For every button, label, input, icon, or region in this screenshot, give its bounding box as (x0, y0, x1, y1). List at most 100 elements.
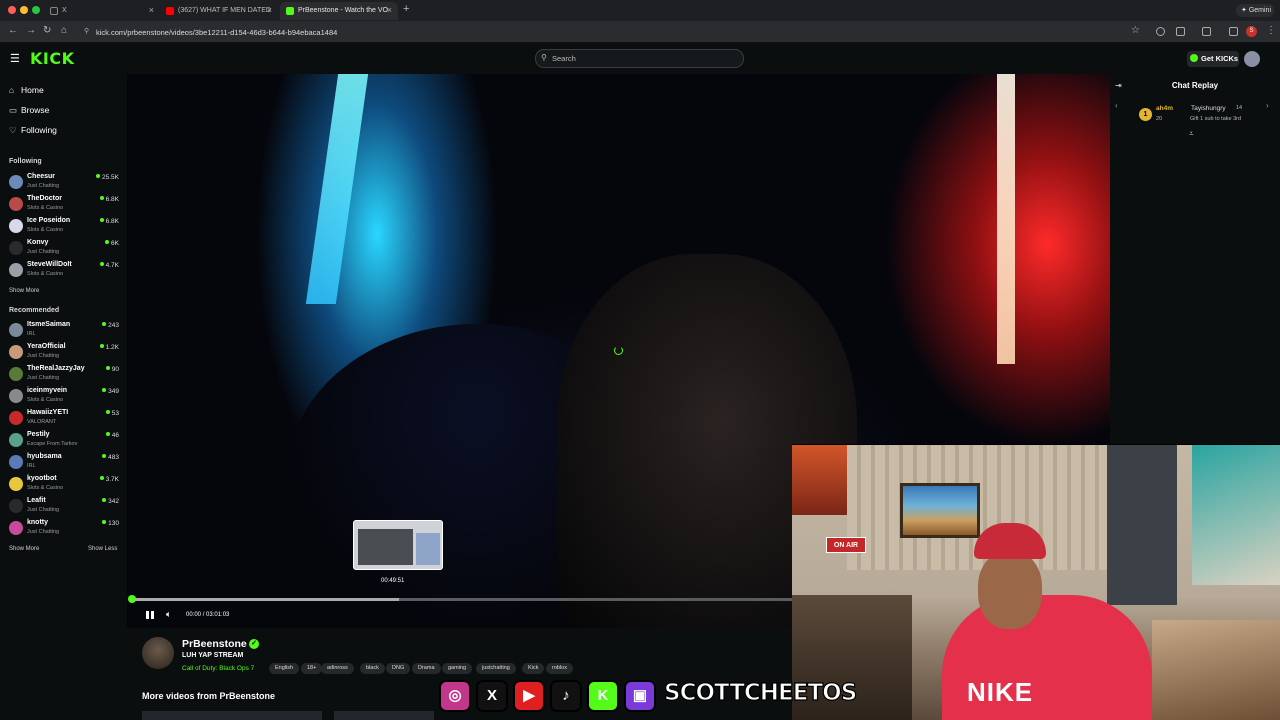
sidebar-channel-item[interactable]: SteveWillDoIt Slots & Casino 4.7K (9, 261, 121, 283)
tag-chip[interactable]: adinross (321, 663, 354, 674)
close-tab-icon[interactable]: × (387, 5, 392, 15)
downloads-icon[interactable] (1229, 27, 1238, 36)
hamburger-menu-icon[interactable]: ☰ (10, 52, 20, 65)
home-icon[interactable]: ⌂ (61, 25, 67, 36)
channel-avatar (9, 241, 23, 255)
sidepanel-icon[interactable] (1202, 27, 1211, 36)
recommended-show-more-button[interactable]: Show More (9, 546, 39, 552)
sidebar-channel-item[interactable]: YeraOfficial Just Chatting 1.2K (9, 343, 121, 365)
loading-spinner-icon (614, 346, 623, 355)
sidebar-channel-item[interactable]: hyubsama IRL 483 (9, 453, 121, 475)
social-handle: SCOTTCHEETOS (663, 679, 857, 706)
close-tab-icon[interactable]: × (267, 5, 272, 15)
forward-icon[interactable]: → (26, 25, 36, 36)
following-show-more-button[interactable]: Show More (9, 288, 39, 294)
channel-avatar[interactable] (142, 637, 174, 669)
following-section-header: Following (9, 158, 42, 165)
maximize-window-button[interactable] (32, 6, 40, 14)
volume-icon[interactable]: 🔈︎ (166, 609, 171, 620)
extensions-puzzle-icon[interactable] (1176, 27, 1185, 36)
channel-category: Slots & Casino (27, 227, 64, 233)
profile-avatar[interactable]: S (1246, 26, 1257, 37)
get-kicks-button[interactable]: Get KICKs (1187, 51, 1239, 67)
channel-category: Just Chatting (27, 375, 60, 381)
minimize-window-button[interactable] (20, 6, 28, 14)
sidebar-channel-item[interactable]: Pestily Escape From Tarkov 46 (9, 431, 121, 453)
pause-button[interactable] (145, 610, 155, 620)
kick-logo[interactable]: KICK (30, 49, 75, 68)
tag-chip[interactable]: black (360, 663, 385, 674)
kicks-coin-icon (1190, 54, 1198, 62)
expand-icon[interactable]: ⩡ (1189, 129, 1194, 139)
instagram-icon[interactable]: ◎ (439, 680, 471, 712)
close-tab-icon[interactable]: × (149, 5, 154, 15)
gifter-name[interactable]: ah4m (1156, 105, 1173, 112)
sidebar-channel-item[interactable]: ItsmeSaiman IRL 243 (9, 321, 121, 343)
close-window-button[interactable] (8, 6, 16, 14)
site-info-icon[interactable]: ⚲ (84, 27, 89, 35)
tag-chip[interactable]: 18+ (301, 663, 323, 674)
chevron-right-icon[interactable]: › (1266, 101, 1269, 110)
tag-chip[interactable]: gaming (442, 663, 473, 674)
twitch-icon[interactable]: ▣ (624, 680, 656, 712)
sidebar-channel-item[interactable]: iceinmyvein Slots & Casino 349 (9, 387, 121, 409)
youtube-icon[interactable]: ▶ (513, 680, 545, 712)
sidebar-channel-item[interactable]: TheDoctor Slots & Casino 6.8K (9, 195, 121, 217)
viewer-count: 483 (102, 454, 119, 461)
kick-favicon-icon (286, 7, 294, 15)
tag-chip[interactable]: Kick (522, 663, 545, 674)
category-link[interactable]: Call of Duty: Black Ops 7 (182, 665, 254, 672)
sidebar-channel-item[interactable]: Cheesur Just Chatting 25.5K (9, 173, 121, 195)
recommended-show-less-button[interactable]: Show Less (88, 546, 117, 552)
channel-avatar (9, 197, 23, 211)
channel-name: ItsmeSaiman (27, 321, 71, 328)
chevron-left-icon[interactable]: ‹ (1115, 101, 1118, 110)
gemini-button[interactable]: ✦ Gemini (1236, 4, 1274, 17)
channel-avatar (9, 433, 23, 447)
seek-bar-handle[interactable] (128, 595, 136, 603)
sidebar-item-following[interactable]: ♡ Following (9, 125, 57, 136)
gift-target-name[interactable]: Tayishungry (1191, 105, 1226, 112)
back-icon[interactable]: ← (8, 25, 18, 36)
address-bar[interactable]: ⚲ kick.com/prbeenstone/videos/3be12211-d… (84, 24, 1144, 40)
more-videos-heading: More videos from PrBeenstone (142, 691, 276, 701)
sidebar-channel-item[interactable]: Ice Poseidon Slots & Casino 6.8K (9, 217, 121, 239)
tab-kick[interactable]: PrBeenstone - Watch the VO × (280, 2, 398, 20)
sidebar-channel-item[interactable]: HawaiizYETI VALORANT 53 (9, 409, 121, 431)
menu-dots-icon[interactable]: ⋮ (1266, 25, 1276, 36)
channel-category: Just Chatting (27, 353, 60, 359)
channel-category: Just Chatting (27, 249, 60, 255)
tag-chip[interactable]: Drama (412, 663, 441, 674)
sidebar-item-browse[interactable]: ▭ Browse (9, 105, 49, 116)
viewer-count: 342 (102, 498, 119, 505)
viewer-count: 6.8K (100, 218, 119, 225)
tag-chip[interactable]: English (269, 663, 300, 674)
channel-name[interactable]: PrBeenstone (182, 638, 247, 650)
tag-chip[interactable]: justchatting (476, 663, 516, 674)
video-thumbnail[interactable] (142, 711, 322, 720)
tiktok-icon[interactable]: ♪ (550, 680, 582, 712)
x-icon[interactable]: X (476, 680, 508, 712)
tab-youtube[interactable]: (3627) WHAT IF MEN DATED × (160, 2, 278, 20)
kick-icon[interactable]: K (587, 680, 619, 712)
new-tab-button[interactable]: + (403, 3, 409, 15)
sidebar-channel-item[interactable]: Leafit Just Chatting 342 (9, 497, 121, 519)
seek-bar[interactable] (128, 595, 792, 603)
sidebar-item-label: Browse (21, 105, 50, 115)
sidebar-channel-item[interactable]: knotty Just Chatting 130 (9, 519, 121, 541)
sidebar-channel-item[interactable]: kyootbot Slots & Casino 3.7K (9, 475, 121, 497)
extension-icon[interactable] (1156, 27, 1165, 36)
tag-chip[interactable]: roblox (546, 663, 573, 674)
user-avatar[interactable] (1244, 51, 1260, 67)
tab-x[interactable]: X × (44, 2, 160, 20)
search-input[interactable]: ⚲ Search (535, 49, 744, 68)
current-time: 00:00 (186, 612, 202, 618)
tag-chip[interactable]: DNG (386, 663, 411, 674)
sidebar-item-home[interactable]: ⌂ Home (9, 85, 44, 95)
gemini-label: Gemini (1248, 7, 1272, 14)
sidebar-channel-item[interactable]: TheRealJazzyJay Just Chatting 90 (9, 365, 121, 387)
reload-icon[interactable]: ↻ (43, 25, 51, 36)
sidebar-channel-item[interactable]: Konvy Just Chatting 6K (9, 239, 121, 261)
bookmark-star-icon[interactable]: ☆ (1131, 25, 1140, 36)
video-thumbnail[interactable] (334, 711, 434, 720)
